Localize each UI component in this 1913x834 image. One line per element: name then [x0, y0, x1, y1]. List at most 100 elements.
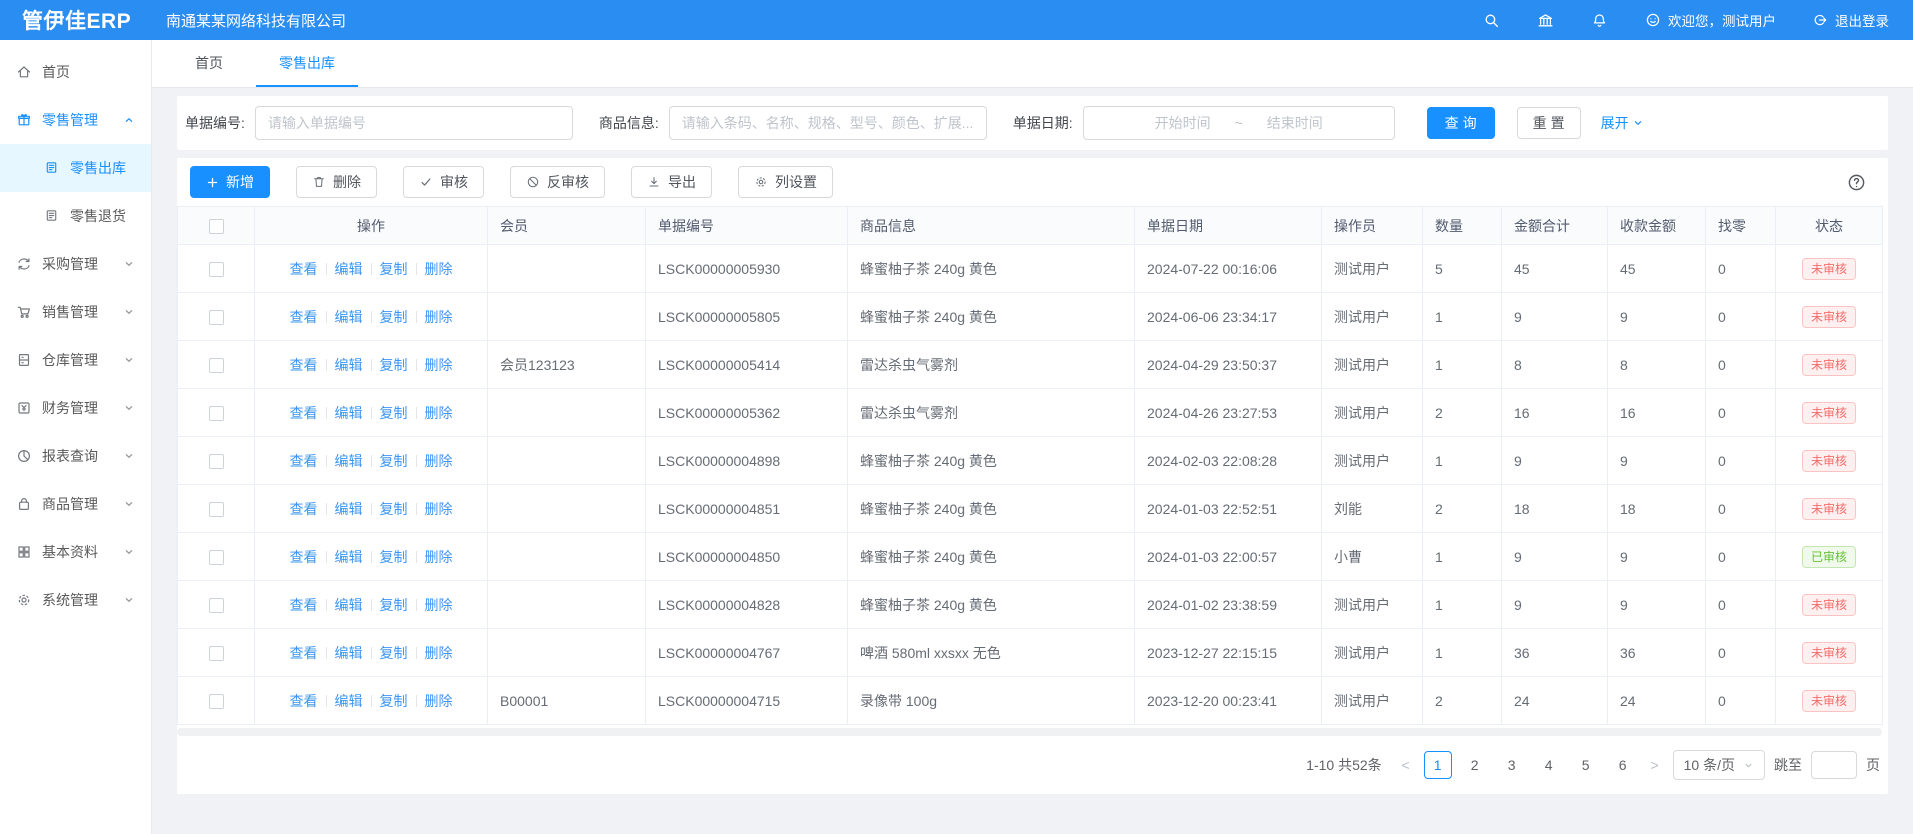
sidebar-item-basic-data[interactable]: 基本资料: [0, 528, 151, 576]
jump-page-input[interactable]: [1811, 751, 1857, 779]
delete-link[interactable]: 删除: [425, 501, 453, 517]
status-badge: 未审核: [1802, 594, 1856, 616]
page-size-select[interactable]: 10 条/页: [1673, 750, 1765, 780]
sidebar-item-retail-outbound[interactable]: 零售出库: [0, 144, 151, 192]
product-info-input[interactable]: [669, 106, 987, 140]
prev-page-button[interactable]: <: [1397, 757, 1415, 773]
next-page-button[interactable]: >: [1646, 757, 1664, 773]
sidebar-item-warehouse-management[interactable]: 仓库管理: [0, 336, 151, 384]
sidebar-item-home[interactable]: 首页: [0, 48, 151, 96]
user-menu[interactable]: 欢迎您，测试用户: [1645, 10, 1776, 30]
row-checkbox[interactable]: [209, 694, 224, 709]
sidebar-item-system-management[interactable]: 系统管理: [0, 576, 151, 624]
delete-link[interactable]: 删除: [425, 453, 453, 469]
view-link[interactable]: 查看: [290, 357, 318, 373]
view-link[interactable]: 查看: [290, 261, 318, 277]
view-link[interactable]: 查看: [290, 693, 318, 709]
copy-link[interactable]: 复制: [380, 309, 408, 325]
edit-link[interactable]: 编辑: [335, 309, 363, 325]
edit-link[interactable]: 编辑: [335, 501, 363, 517]
edit-link[interactable]: 编辑: [335, 405, 363, 421]
edit-link[interactable]: 编辑: [335, 549, 363, 565]
tab-home[interactable]: 首页: [172, 40, 246, 87]
export-icon: [647, 175, 661, 189]
view-link[interactable]: 查看: [290, 453, 318, 469]
edit-link[interactable]: 编辑: [335, 693, 363, 709]
delete-link[interactable]: 删除: [425, 357, 453, 373]
search-icon[interactable]: [1481, 10, 1501, 30]
row-checkbox[interactable]: [209, 310, 224, 325]
expand-link[interactable]: 展开: [1601, 113, 1644, 133]
sidebar-item-purchase-management[interactable]: 采购管理: [0, 240, 151, 288]
copy-link[interactable]: 复制: [380, 645, 408, 661]
sidebar-item-goods-management[interactable]: 商品管理: [0, 480, 151, 528]
help-icon[interactable]: [1847, 173, 1866, 192]
view-link[interactable]: 查看: [290, 549, 318, 565]
view-link[interactable]: 查看: [290, 309, 318, 325]
edit-link[interactable]: 编辑: [335, 357, 363, 373]
delete-link[interactable]: 删除: [425, 405, 453, 421]
delete-link[interactable]: 删除: [425, 549, 453, 565]
unaudit-button[interactable]: 反审核: [510, 166, 605, 198]
copy-link[interactable]: 复制: [380, 357, 408, 373]
row-checkbox[interactable]: [209, 598, 224, 613]
row-checkbox[interactable]: [209, 550, 224, 565]
sidebar-item-report-query[interactable]: 报表查询: [0, 432, 151, 480]
delete-link[interactable]: 删除: [425, 693, 453, 709]
horizontal-scrollbar[interactable]: [177, 728, 1882, 736]
sidebar-item-sales-management[interactable]: 销售管理: [0, 288, 151, 336]
copy-link[interactable]: 复制: [380, 501, 408, 517]
view-link[interactable]: 查看: [290, 597, 318, 613]
chevron-down-icon: [123, 498, 135, 510]
row-checkbox[interactable]: [209, 454, 224, 469]
row-checkbox[interactable]: [209, 358, 224, 373]
column-settings-button[interactable]: 列设置: [738, 166, 833, 198]
sidebar-item-retail-management[interactable]: 零售管理: [0, 96, 151, 144]
cell-qty: 2: [1423, 389, 1502, 437]
bell-icon[interactable]: [1589, 10, 1609, 30]
bank-icon[interactable]: [1535, 10, 1555, 30]
select-all-checkbox[interactable]: [209, 219, 224, 234]
view-link[interactable]: 查看: [290, 645, 318, 661]
logout-button[interactable]: 退出登录: [1812, 10, 1889, 30]
page-number[interactable]: 4: [1535, 751, 1563, 779]
row-checkbox[interactable]: [209, 502, 224, 517]
page-number[interactable]: 2: [1461, 751, 1489, 779]
copy-link[interactable]: 复制: [380, 261, 408, 277]
page-number[interactable]: 5: [1572, 751, 1600, 779]
cell-qty: 1: [1423, 293, 1502, 341]
page-number[interactable]: 6: [1609, 751, 1637, 779]
export-button[interactable]: 导出: [631, 166, 712, 198]
delete-link[interactable]: 删除: [425, 597, 453, 613]
page-number[interactable]: 1: [1424, 751, 1452, 779]
audit-button[interactable]: 审核: [403, 166, 484, 198]
copy-link[interactable]: 复制: [380, 597, 408, 613]
edit-link[interactable]: 编辑: [335, 453, 363, 469]
copy-link[interactable]: 复制: [380, 453, 408, 469]
page-number[interactable]: 3: [1498, 751, 1526, 779]
delete-button[interactable]: 删除: [296, 166, 377, 198]
edit-link[interactable]: 编辑: [335, 597, 363, 613]
edit-link[interactable]: 编辑: [335, 645, 363, 661]
date-range-input[interactable]: 开始时间 ~ 结束时间: [1083, 106, 1395, 140]
search-button[interactable]: 查询: [1427, 107, 1495, 139]
row-checkbox[interactable]: [209, 646, 224, 661]
row-checkbox[interactable]: [209, 406, 224, 421]
delete-link[interactable]: 删除: [425, 645, 453, 661]
edit-link[interactable]: 编辑: [335, 261, 363, 277]
order-no-input[interactable]: [255, 106, 573, 140]
delete-link[interactable]: 删除: [425, 309, 453, 325]
tab-retail-outbound[interactable]: 零售出库: [256, 40, 358, 87]
view-link[interactable]: 查看: [290, 405, 318, 421]
sidebar-item-retail-return[interactable]: 零售退货: [0, 192, 151, 240]
copy-link[interactable]: 复制: [380, 693, 408, 709]
view-link[interactable]: 查看: [290, 501, 318, 517]
reset-button[interactable]: 重置: [1517, 107, 1581, 139]
row-actions: 查看 编辑 复制 删除: [255, 629, 488, 677]
row-checkbox[interactable]: [209, 262, 224, 277]
delete-link[interactable]: 删除: [425, 261, 453, 277]
sidebar-item-finance-management[interactable]: 财务管理: [0, 384, 151, 432]
copy-link[interactable]: 复制: [380, 405, 408, 421]
add-button[interactable]: 新增: [190, 166, 270, 198]
copy-link[interactable]: 复制: [380, 549, 408, 565]
